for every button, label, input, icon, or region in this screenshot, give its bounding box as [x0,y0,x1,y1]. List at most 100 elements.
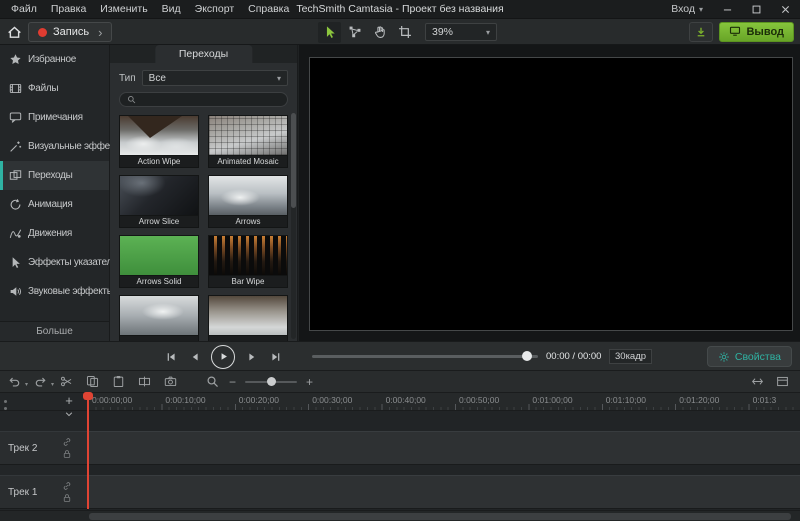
type-select-value: Все [149,73,166,84]
timeline-zoom-slider[interactable] [245,381,297,383]
transition-card[interactable]: Action Wipe [119,115,199,168]
export-button[interactable]: Вывод [719,22,794,42]
jump-end-button[interactable] [268,349,283,364]
split-button[interactable] [137,374,152,389]
screenshot-button[interactable] [163,374,178,389]
jump-start-button[interactable] [163,349,178,364]
home-button[interactable] [2,22,26,42]
transition-thumbnail [119,175,199,215]
menu-item[interactable]: Экспорт [188,1,241,17]
track-lock-icon[interactable] [62,449,72,459]
crop-tool-button[interactable] [393,22,416,43]
ruler-scale[interactable]: 0:00:00;000:00:10;000:00:20;000:00:30;00… [88,393,800,411]
transition-thumbnail [119,115,199,155]
minimize-button[interactable] [713,0,742,18]
transition-card[interactable]: Animated Mosaic [208,115,288,168]
download-button[interactable] [689,22,713,42]
panel-scrollbar-thumb[interactable] [291,113,296,208]
seek-slider[interactable] [312,355,538,358]
copy-button[interactable] [85,374,100,389]
playback-controls [163,342,283,371]
paste-button[interactable] [111,374,126,389]
sidebar-item[interactable]: Переходы [0,161,109,190]
record-button[interactable]: Запись › [28,22,112,42]
timeline-zoom-handle[interactable] [267,377,276,386]
tracks-area: Трек 2 Трек 1 [0,410,800,510]
fps-select[interactable]: 30кадр [609,349,652,364]
transition-card[interactable]: Arrow Slice [119,175,199,228]
pan-tool-button[interactable] [368,22,391,43]
fit-timeline-button[interactable] [750,374,765,389]
sidebar-more-button[interactable]: Больше [0,321,109,341]
signin-button[interactable]: Вход ▾ [661,3,713,15]
sidebar-item[interactable]: Эффекты указателя [0,248,109,277]
behaviors-icon [9,227,22,240]
track-link-icon[interactable] [62,481,72,491]
timeline-scrollbar[interactable] [0,510,800,521]
ruler-tick-label: 0:00:50;00 [459,395,499,405]
type-select[interactable]: Все ▾ [142,70,288,86]
transitions-panel: Переходы Тип Все ▾ Action WipeAnimated M… [110,45,298,341]
transition-card[interactable]: Bar Wipe [208,235,288,288]
seek-slider-handle[interactable] [522,351,532,361]
callout-nodes-tool-button[interactable] [343,22,366,43]
menu-item[interactable]: Изменить [93,1,154,17]
track-row: Трек 2 [0,431,800,465]
timeline-ruler[interactable]: 0:00:00;000:00:10;000:00:20;000:00:30;00… [0,392,800,410]
sidebar-item[interactable]: Визуальные эффекты [0,132,109,161]
maximize-button[interactable] [742,0,771,18]
canvas-zoom-select[interactable]: 39% ▾ [425,23,497,41]
track-header[interactable]: Трек 1 [0,475,88,509]
transition-card[interactable] [208,295,288,341]
track-lane[interactable] [88,475,800,509]
transition-card[interactable]: Arrows [208,175,288,228]
step-back-button[interactable] [187,349,202,364]
transitions-grid: Action WipeAnimated MosaicArrow SliceArr… [110,107,297,341]
properties-button[interactable]: Свойства [707,346,792,367]
gutter-handle[interactable] [4,400,7,410]
sidebar-item[interactable]: Звуковые эффекты [0,277,109,306]
titlebar-right: Вход ▾ [661,0,800,18]
close-button[interactable] [771,0,800,18]
search-input[interactable] [140,93,280,106]
callout-icon [9,111,22,124]
track-header[interactable]: Трек 2 [0,431,88,465]
menu-item[interactable]: Вид [155,1,188,17]
sidebar-item[interactable]: Файлы [0,74,109,103]
zoom-in-button[interactable]: + [306,376,313,388]
menu-item[interactable]: Файл [4,1,44,17]
sidebar-item[interactable]: Анимация [0,190,109,219]
collapse-tracks-button[interactable] [61,407,77,420]
sidebar-item[interactable]: Избранное [0,45,109,74]
sidebar-item[interactable]: Примечания [0,103,109,132]
transition-card[interactable] [119,295,199,341]
undo-button[interactable]: ▾ [7,374,22,389]
track-lane[interactable] [88,431,800,465]
search-box[interactable] [119,92,288,107]
play-button[interactable] [211,345,235,369]
timeline-panel-button[interactable] [775,374,790,389]
transition-thumbnail [208,235,288,275]
track-link-icon[interactable] [62,437,72,447]
cursor-tool-button[interactable] [318,22,341,43]
track-lock-icon[interactable] [62,493,72,503]
preview-stage[interactable] [309,57,793,331]
transition-thumbnail [119,235,199,275]
main-toolbar: Запись › 39% ▾ Вывод [0,19,800,45]
transition-card[interactable]: Arrows Solid [119,235,199,288]
cut-button[interactable] [59,374,74,389]
menu-item[interactable]: Справка [241,1,296,17]
menu-item[interactable]: Правка [44,1,93,17]
panel-header: Переходы [110,45,297,63]
redo-button[interactable]: ▾ [33,374,48,389]
step-forward-button[interactable] [244,349,259,364]
zoom-out-button[interactable]: − [229,376,236,388]
panel-scrollbar[interactable] [291,113,296,339]
add-track-button[interactable]: + [61,394,77,407]
sidebar-item[interactable]: Движения [0,219,109,248]
record-label: Запись [53,26,89,38]
timeline-toolbar: ▾ ▾ − + [0,370,800,392]
panel-tab-transitions[interactable]: Переходы [155,45,252,63]
timeline-zoom: − + [205,374,313,389]
timeline-scrollbar-thumb[interactable] [89,513,791,520]
